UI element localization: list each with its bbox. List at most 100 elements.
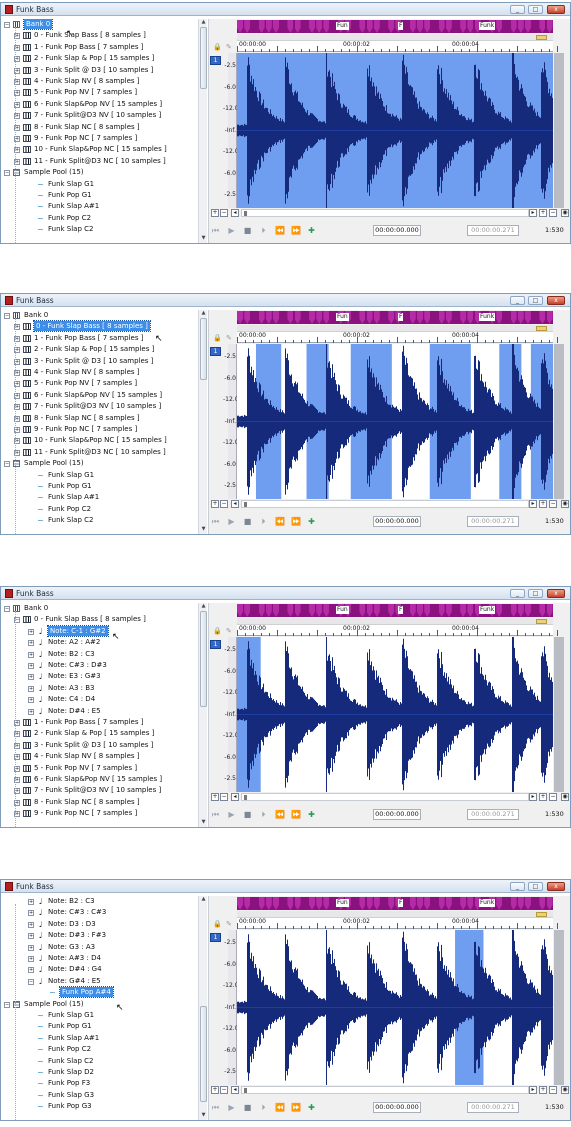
tree-row[interactable]: +7 - Funk Split@D3 NV [ 10 samples ] [3,110,197,121]
tree-row[interactable]: − Sample Pool (15) [3,458,197,469]
tree-row[interactable]: ~ Funk Slap G1 [3,1010,197,1021]
tree-row[interactable]: − Bank 0 [3,19,197,30]
tree-row[interactable]: +9 - Funk Pop NC [ 7 samples ] [3,133,197,144]
rewind-icon[interactable]: ⏪ [275,1103,285,1112]
stop-icon[interactable]: ■ [243,1103,252,1112]
eye-icon[interactable]: ◉ [561,209,569,217]
play-icon[interactable]: ▶ [227,517,236,526]
zoom-out-button[interactable]: − [220,500,228,508]
waveform-vertical-scrollbar[interactable] [554,637,564,792]
tree-row[interactable]: ~ Funk Pop G1 [3,481,197,492]
snap-icon[interactable]: ✎ [226,43,232,51]
close-button[interactable]: x [547,296,565,305]
tree-row[interactable]: ~ Funk Pop C2 [3,1044,197,1055]
scroll-left-arrow-icon[interactable]: ◂ [231,793,239,801]
tree-row[interactable]: − Sample Pool (15) [3,999,197,1010]
play-icon[interactable]: ▶ [227,226,236,235]
expand-toggle[interactable]: + [28,944,34,951]
expand-toggle[interactable]: + [28,697,34,704]
zoom-in-vertical-button[interactable]: + [539,1086,547,1094]
tree-row[interactable]: −0 - Funk Slap Bass [ 8 samples ] [3,614,197,625]
tree-row[interactable]: +1 - Funk Pop Bass [ 7 samples ] [3,717,197,728]
waveform-vertical-scrollbar[interactable] [554,344,564,499]
go-start-icon[interactable]: ⏮ [211,517,220,526]
zoom-out-vertical-button[interactable]: − [549,793,557,801]
tree-row[interactable]: ~ Funk Slap C2 [3,224,197,235]
minimize-button[interactable]: _ [510,882,525,891]
tree-row[interactable]: +11 - Funk Split@D3 NC [ 10 samples ] [3,156,197,167]
expand-toggle[interactable]: + [28,967,34,974]
tree-row[interactable]: +9 - Funk Pop NC [ 7 samples ] [3,808,197,819]
play-loop-icon[interactable]: ⏵ [259,1103,268,1112]
scroll-thumb[interactable] [200,611,207,707]
tree-row[interactable]: + ♩ Note: G3 : A3 [3,942,197,953]
tree-row[interactable]: + ♩ Note: C-1 : G#2 [3,624,197,637]
scroll-up-arrow-icon[interactable]: ▲ [199,310,208,318]
tree-row[interactable]: + ♩ Note: C#3 : D#3 [3,660,197,671]
tree-scrollbar[interactable]: ▲ ▼ [198,896,207,1120]
waveform-vertical-scrollbar[interactable] [554,930,564,1085]
horizontal-scrollbar[interactable] [241,209,529,217]
zoom-out-button[interactable]: − [220,1086,228,1094]
tree-row[interactable]: + ♩ Note: D#3 : F#3 [3,930,197,941]
tree-row[interactable]: +4 - Funk Slap NV [ 8 samples ] [3,76,197,87]
scroll-thumb[interactable] [244,502,247,507]
zoom-out-vertical-button[interactable]: − [549,209,557,217]
tree-scrollbar[interactable]: ▲ ▼ [198,310,207,534]
expand-toggle[interactable]: − [4,313,10,319]
tree-row[interactable]: +7 - Funk Split@D3 NV [ 10 samples ] [3,785,197,796]
play-loop-icon[interactable]: ⏵ [259,517,268,526]
tree-row[interactable]: +9 - Funk Pop NC [ 7 samples ] [3,424,197,435]
expand-toggle[interactable]: − [4,461,10,468]
rewind-icon[interactable]: ⏪ [275,226,285,235]
expand-toggle[interactable]: − [4,170,10,177]
fast-forward-icon[interactable]: ⏩ [291,226,301,235]
expand-toggle[interactable]: + [28,921,34,928]
scroll-up-arrow-icon[interactable]: ▲ [199,896,208,904]
scroll-up-arrow-icon[interactable]: ▲ [199,603,208,611]
horizontal-scrollbar[interactable] [241,1086,529,1094]
play-icon[interactable]: ▶ [227,810,236,819]
channel-select-button[interactable]: 1 [210,933,221,942]
tree-scrollbar[interactable]: ▲ ▼ [198,19,207,243]
zoom-out-vertical-button[interactable]: − [549,1086,557,1094]
tree-row[interactable]: ~ Funk Pop A#4 [3,986,197,999]
go-start-icon[interactable]: ⏮ [211,1103,220,1112]
snap-icon[interactable]: ✎ [226,920,232,928]
fast-forward-icon[interactable]: ⏩ [291,810,301,819]
fast-forward-icon[interactable]: ⏩ [291,517,301,526]
expand-toggle[interactable]: − [4,606,10,612]
lock-icon[interactable]: 🔒 [213,43,222,51]
tree-row[interactable]: + ♩ Note: B2 : C3 [3,896,197,907]
channel-select-button[interactable]: 1 [210,640,221,649]
tree-row[interactable]: ~ Funk Slap G1 [3,470,197,481]
tree-row[interactable]: +5 - Funk Pop NV [ 7 samples ] [3,87,197,98]
tree-row[interactable]: +3 - Funk Split @ D3 [ 10 samples ] [3,740,197,751]
expand-toggle[interactable]: + [28,933,34,940]
waveform-view[interactable] [237,53,553,208]
scroll-thumb[interactable] [200,27,207,89]
tree-row[interactable]: +10 - Funk Slap&Pop NC [ 15 samples ] [3,435,197,446]
scroll-thumb[interactable] [244,795,247,800]
tree-row[interactable]: − Bank 0 [3,310,197,321]
rewind-icon[interactable]: ⏪ [275,810,285,819]
add-marker-icon[interactable]: ✚ [307,1103,316,1112]
rewind-icon[interactable]: ⏪ [275,517,285,526]
scroll-left-arrow-icon[interactable]: ◂ [231,1086,239,1094]
tree-row[interactable]: +2 - Funk Slap & Pop [ 15 samples ] [3,728,197,739]
zoom-out-button[interactable]: − [220,793,228,801]
close-button[interactable]: x [547,882,565,891]
scroll-left-arrow-icon[interactable]: ◂ [231,209,239,217]
tree-row[interactable]: +10 - Funk Slap&Pop NC [ 15 samples ] [3,144,197,155]
scroll-thumb[interactable] [244,211,247,216]
loop-marker-icon[interactable] [536,35,547,40]
go-start-icon[interactable]: ⏮ [211,226,220,235]
tree-row[interactable]: +4 - Funk Slap NV [ 8 samples ] [3,367,197,378]
minimize-button[interactable]: _ [510,5,525,14]
scroll-right-arrow-icon[interactable]: ▸ [529,500,537,508]
expand-toggle[interactable]: + [28,663,34,669]
expand-toggle[interactable]: + [28,651,34,658]
lock-icon[interactable]: 🔒 [213,920,222,928]
tree-row[interactable]: ~ Funk Slap A#1 [3,201,197,212]
tree-row[interactable]: +4 - Funk Slap NV [ 8 samples ] [3,751,197,762]
